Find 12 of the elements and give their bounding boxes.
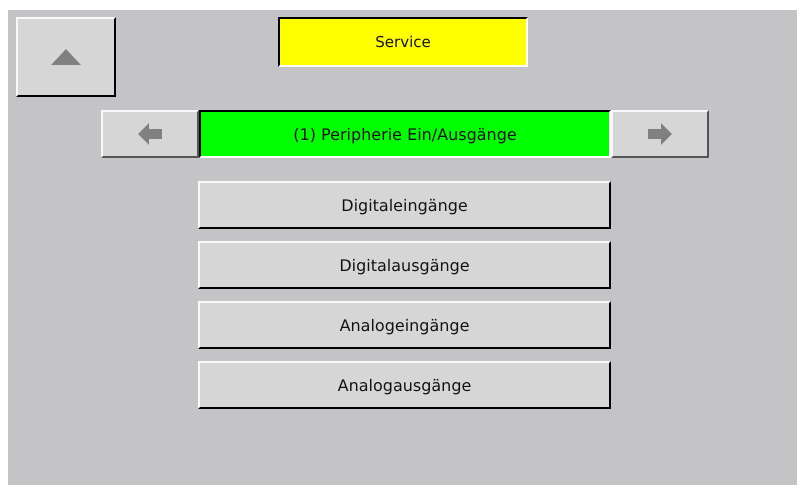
up-triangle-icon xyxy=(51,49,81,65)
previous-button[interactable] xyxy=(101,110,199,158)
left-arrow-icon xyxy=(138,123,162,145)
screen-title: Service xyxy=(278,17,528,67)
menu-button[interactable]: Digitalausgänge xyxy=(198,241,611,289)
right-arrow-icon xyxy=(648,123,672,145)
menu-button[interactable]: Analogeingänge xyxy=(198,301,611,349)
section-label: (1) Peripherie Ein/Ausgänge xyxy=(199,110,611,158)
up-button[interactable] xyxy=(16,17,116,97)
next-button[interactable] xyxy=(611,110,709,158)
menu-button[interactable]: Analogausgänge xyxy=(198,361,611,409)
menu-button[interactable]: Digitaleingänge xyxy=(198,181,611,229)
